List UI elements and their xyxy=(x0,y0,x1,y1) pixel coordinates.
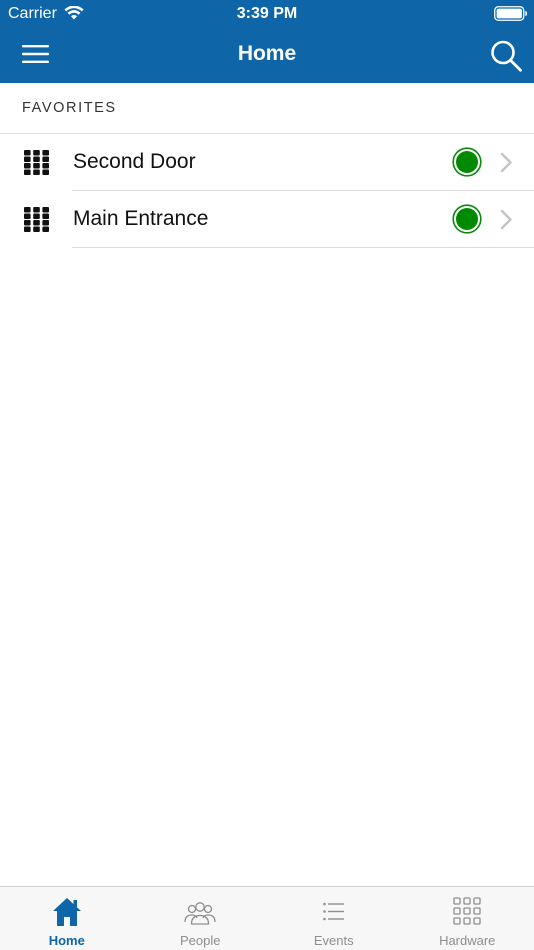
tab-label: People xyxy=(180,933,221,948)
keypad-icon xyxy=(24,150,49,175)
tab-bar: Home People Events Hardware xyxy=(0,886,534,950)
tab-label: Events xyxy=(313,933,354,948)
status-time: 3:39 PM xyxy=(236,5,298,22)
chevron-right-icon xyxy=(500,209,512,230)
tab-home[interactable]: Home xyxy=(0,887,134,950)
tab-label: Home xyxy=(48,933,85,948)
favorite-item-second-door[interactable]: Second Door xyxy=(0,134,534,191)
home-icon xyxy=(52,898,81,926)
keypad-icon xyxy=(24,207,49,232)
people-icon xyxy=(184,902,216,925)
online-status-icon xyxy=(452,204,482,234)
tab-people[interactable]: People xyxy=(134,887,268,950)
tab-label: Hardware xyxy=(439,933,496,948)
search-icon[interactable] xyxy=(488,38,524,74)
row-divider xyxy=(72,247,534,248)
battery-full-icon xyxy=(494,6,527,21)
favorite-item-main-entrance[interactable]: Main Entrance xyxy=(0,191,534,248)
favorite-item-label: Second Door xyxy=(73,150,196,173)
favorites-section-title: FAVORITES xyxy=(22,100,117,116)
hamburger-menu-icon[interactable] xyxy=(18,40,54,68)
list-icon xyxy=(322,902,344,921)
app-screen: Carrier 3:39 PM Home FAVORITES Second Do… xyxy=(0,0,534,950)
tab-events[interactable]: Events xyxy=(267,887,401,950)
top-bar: Carrier 3:39 PM Home xyxy=(0,0,534,83)
status-bar: Carrier 3:39 PM xyxy=(0,0,534,28)
favorite-item-label: Main Entrance xyxy=(73,207,209,230)
grid-icon xyxy=(453,897,481,925)
online-status-icon xyxy=(452,147,482,177)
chevron-right-icon xyxy=(500,152,512,173)
favorites-list: Second Door Main Entrance xyxy=(0,134,534,248)
navigation-bar: Home xyxy=(0,28,534,83)
page-title: Home xyxy=(237,42,297,65)
tab-hardware[interactable]: Hardware xyxy=(401,887,534,950)
